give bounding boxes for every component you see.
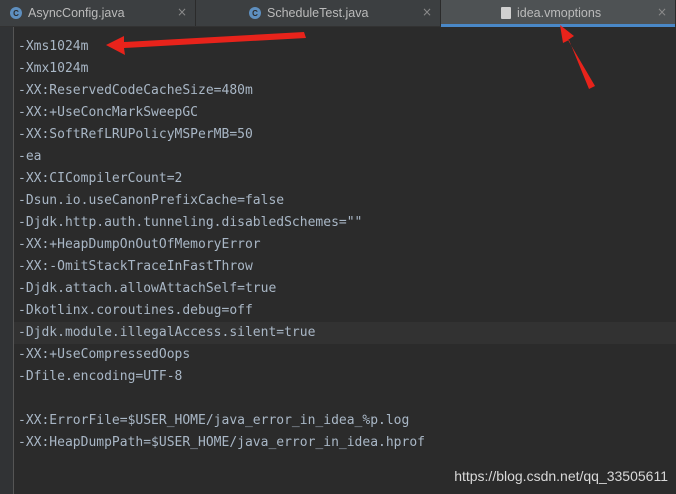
red-arrow-annotation: [106, 32, 306, 55]
red-arrow-annotation: [560, 25, 595, 89]
annotation-overlay: [106, 25, 595, 89]
